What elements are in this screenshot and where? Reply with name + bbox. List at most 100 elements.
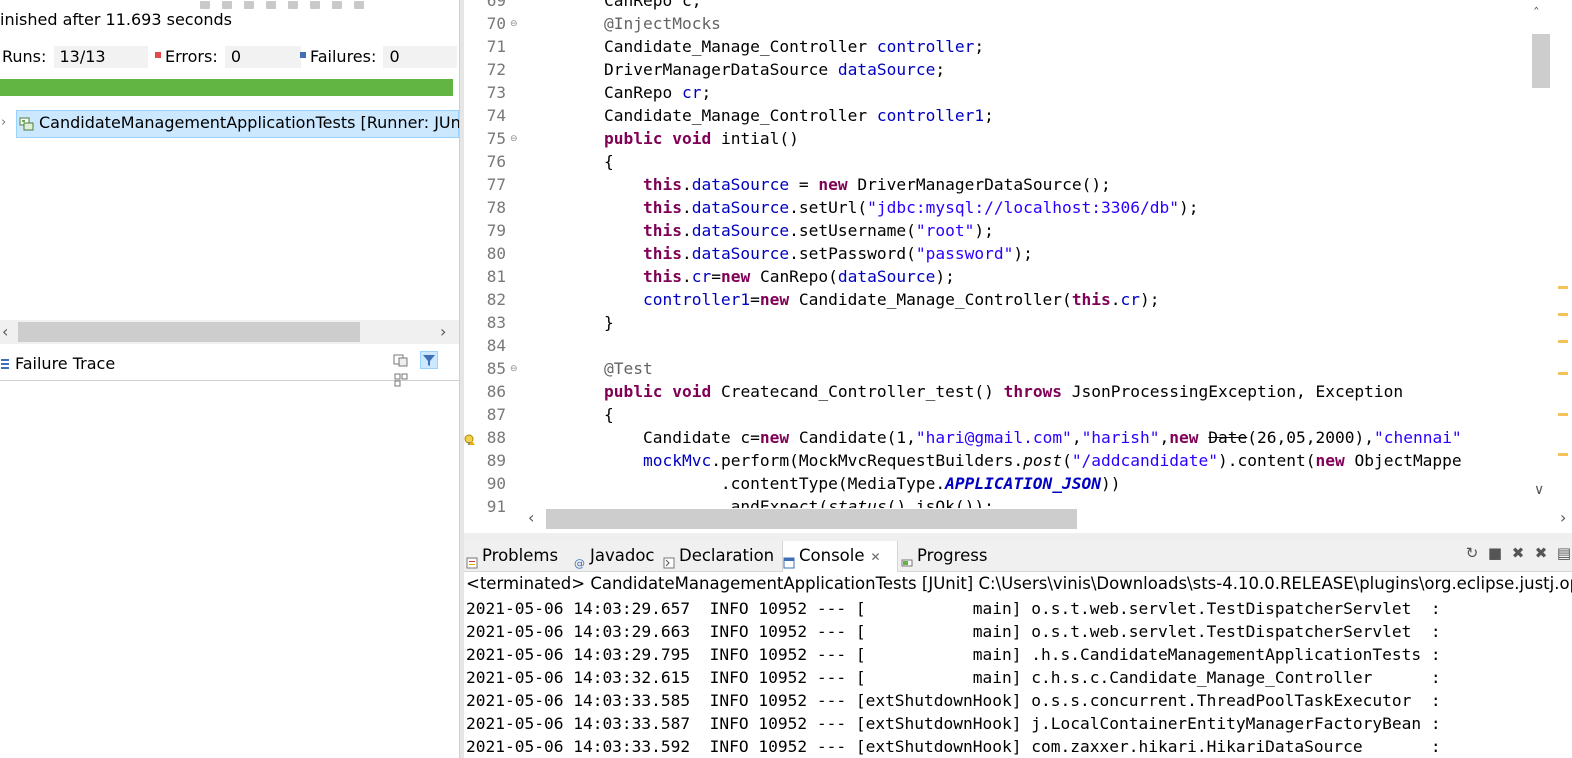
scroll-left-icon[interactable]: ‹ xyxy=(528,508,534,527)
warning-marker[interactable] xyxy=(1558,286,1568,289)
toolbar-icon[interactable] xyxy=(310,1,320,9)
code-token: . xyxy=(681,244,692,263)
test-tree-item[interactable]: › CandidateManagementApplicationTests [R… xyxy=(0,110,459,138)
warning-lightbulb-icon[interactable] xyxy=(464,431,476,445)
code-token: Date xyxy=(1208,428,1248,447)
scrollbar-thumb[interactable] xyxy=(18,322,360,342)
overview-ruler[interactable] xyxy=(1554,0,1572,510)
code-line[interactable]: this.dataSource.setUrl("jdbc:mysql://loc… xyxy=(565,196,1199,219)
code-line[interactable]: mockMvc.perform(MockMvcRequestBuilders.p… xyxy=(565,449,1462,472)
code-token: , xyxy=(1159,428,1170,447)
runs-value: 13/13 xyxy=(53,46,148,68)
scrollbar-thumb[interactable] xyxy=(546,509,1077,529)
code-line[interactable]: this.cr=new CanRepo(dataSource); xyxy=(565,265,955,288)
code-line[interactable]: @Test xyxy=(565,357,653,380)
line-number: 91 xyxy=(486,497,506,516)
code-line[interactable]: DriverManagerDataSource dataSource; xyxy=(565,58,945,81)
warning-marker[interactable] xyxy=(1558,340,1568,343)
copy-trace-icon[interactable] xyxy=(393,372,411,390)
code-editor[interactable]: 69 70 ⊖ 71 72 73 74 75 ⊖ 76 77 78 79 80 81 82 83 84 85 ⊖ 86 8… xyxy=(464,0,1572,533)
toolbar-icon[interactable] xyxy=(200,1,210,9)
toolbar-icon[interactable] xyxy=(222,1,232,9)
code-line[interactable]: public void Createcand_Controller_test()… xyxy=(565,380,1403,403)
code-line[interactable]: .contentType(MediaType.APPLICATION_JSON)… xyxy=(565,472,1121,495)
code-token: cr xyxy=(681,83,702,102)
close-icon[interactable]: ✕ xyxy=(871,550,881,564)
fold-toggle-icon[interactable]: ⊖ xyxy=(510,19,518,29)
code-line[interactable]: CanRepo cr; xyxy=(565,81,711,104)
editor-vertical-scrollbar[interactable]: ‸ ∨ xyxy=(1528,0,1552,510)
toolbar-icon[interactable] xyxy=(332,1,342,9)
tab-javadoc[interactable]: @ Javadoc xyxy=(574,541,658,571)
code-line[interactable]: @InjectMocks xyxy=(565,12,721,35)
remove-all-icon[interactable]: ✖ xyxy=(1533,545,1549,561)
line-number: 87 xyxy=(486,405,506,424)
warning-marker[interactable] xyxy=(1558,313,1568,316)
more-icon[interactable]: ▤ xyxy=(1556,545,1572,561)
warning-marker[interactable] xyxy=(1558,372,1568,375)
code-area[interactable]: CanRepo c; @InjectMocks Candidate_Manage… xyxy=(565,0,1565,516)
code-line[interactable]: this.dataSource.setPassword("password"); xyxy=(565,242,1033,265)
console-line: 2021-05-06 14:03:33.585 INFO 10952 --- [… xyxy=(466,691,1441,710)
toolbar-icon[interactable] xyxy=(266,1,276,9)
scroll-down-icon[interactable]: ∨ xyxy=(1534,482,1544,498)
fold-toggle-icon[interactable]: ⊖ xyxy=(510,364,518,374)
code-line[interactable]: Candidate_Manage_Controller controller; xyxy=(565,35,984,58)
warning-marker[interactable] xyxy=(1558,413,1568,416)
remove-icon[interactable]: ✖ xyxy=(1510,545,1526,561)
code-token: .setPassword( xyxy=(789,244,916,263)
tab-problems[interactable]: Problems xyxy=(466,541,568,571)
junit-toolbar xyxy=(200,0,420,9)
code-token: "password" xyxy=(915,244,1014,263)
tab-progress[interactable]: Progress xyxy=(901,541,1001,571)
scrollbar-thumb[interactable] xyxy=(1532,34,1550,88)
toolbar-icon[interactable] xyxy=(354,1,364,9)
code-line[interactable]: CanRepo c; xyxy=(565,0,701,12)
horizontal-scrollbar[interactable]: ‹ › xyxy=(0,320,459,344)
scroll-right-icon[interactable]: › xyxy=(440,322,446,341)
fold-toggle-icon[interactable]: ⊖ xyxy=(510,134,518,144)
code-line[interactable]: { xyxy=(565,150,614,173)
toolbar-icon[interactable] xyxy=(288,1,298,9)
code-line[interactable]: controller1=new Candidate_Manage_Control… xyxy=(565,288,1160,311)
chevron-right-icon[interactable]: › xyxy=(1,115,6,130)
tab-console[interactable]: Console ✕ xyxy=(782,541,898,572)
remove-launch-icon[interactable]: ↻ xyxy=(1464,545,1480,561)
scroll-up-icon[interactable]: ‸ xyxy=(1534,0,1539,10)
code-line[interactable]: } xyxy=(565,311,614,334)
scroll-right-icon[interactable]: › xyxy=(1560,508,1566,527)
code-token: "hari@gmail.com" xyxy=(915,428,1072,447)
code-line[interactable]: Candidate c=new Candidate(1,"hari@gmail.… xyxy=(565,426,1462,449)
code-token: ); xyxy=(974,221,994,240)
code-line[interactable]: this.dataSource = new DriverManagerDataS… xyxy=(565,173,1111,196)
code-token: .contentType(MediaType. xyxy=(565,474,946,493)
warning-marker[interactable] xyxy=(1558,453,1568,456)
code-token: void xyxy=(672,382,712,401)
code-line[interactable]: public void intial() xyxy=(565,127,799,150)
line-number: 80 xyxy=(486,244,506,263)
filter-stack-icon[interactable] xyxy=(420,351,439,369)
editor-horizontal-scrollbar[interactable]: ‹ › xyxy=(520,508,1570,530)
line-number: 84 xyxy=(486,336,506,355)
tab-declaration[interactable]: Declaration xyxy=(663,541,777,571)
code-token: void xyxy=(672,129,712,148)
progress-icon xyxy=(901,549,913,566)
test-progress-bar xyxy=(0,79,453,96)
console-line: 2021-05-06 14:03:33.592 INFO 10952 --- [… xyxy=(466,737,1441,756)
code-token: this xyxy=(642,221,682,240)
code-line[interactable]: { xyxy=(565,403,614,426)
terminate-icon[interactable]: ■ xyxy=(1487,545,1503,561)
code-line[interactable]: this.dataSource.setUsername("root"); xyxy=(565,219,994,242)
runs-label: Runs: xyxy=(2,47,47,66)
code-line[interactable]: Candidate_Manage_Controller controller1; xyxy=(565,104,994,127)
console-line: 2021-05-06 14:03:29.657 INFO 10952 --- [… xyxy=(466,599,1441,618)
scroll-left-icon[interactable]: ‹ xyxy=(2,322,8,341)
panel-splitter[interactable] xyxy=(464,533,1572,541)
compare-result-icon[interactable] xyxy=(393,352,411,370)
toolbar-icon[interactable] xyxy=(244,1,254,9)
